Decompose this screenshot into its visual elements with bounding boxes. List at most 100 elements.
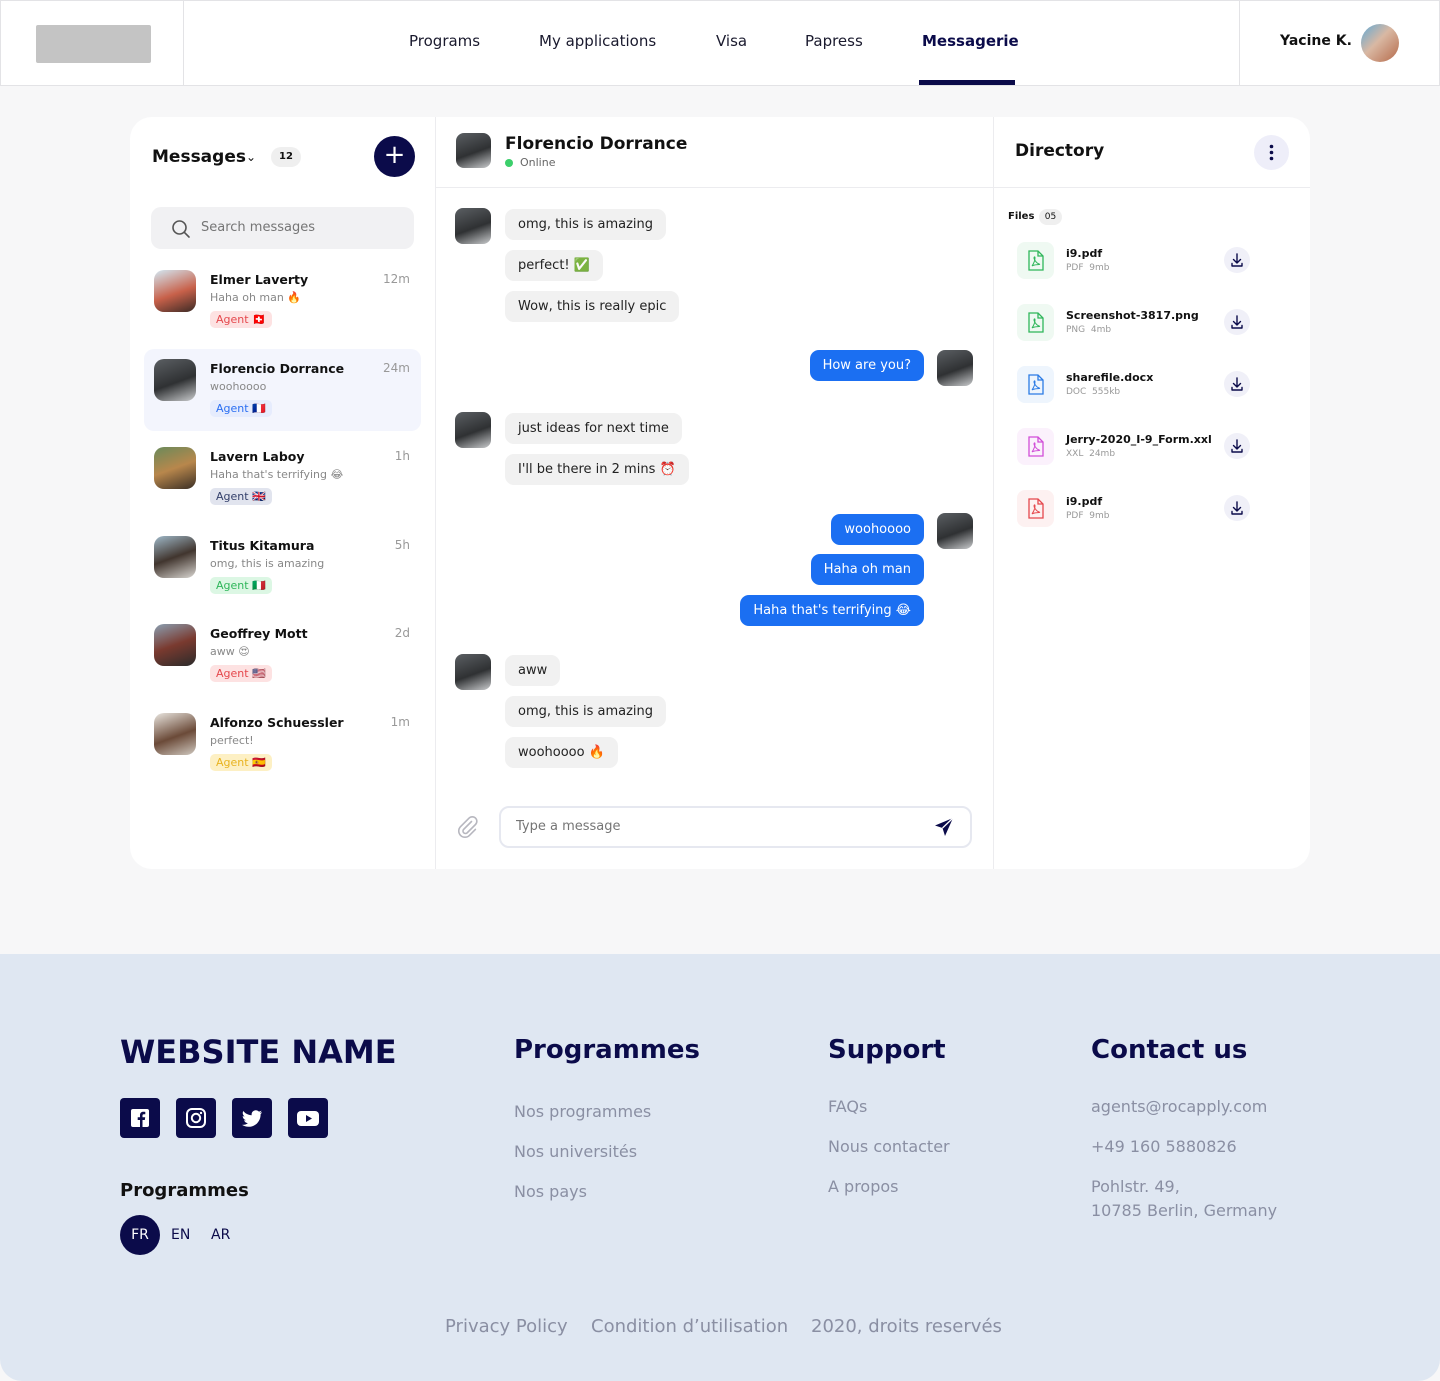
- conversation-avatar: [154, 624, 196, 666]
- contact-phone[interactable]: +49 160 5880826: [1091, 1137, 1237, 1156]
- facebook-button[interactable]: [120, 1098, 160, 1138]
- twitter-button[interactable]: [232, 1098, 272, 1138]
- outgoing-message: Haha that's terrifying 😂: [740, 595, 924, 626]
- messages-title[interactable]: Messages: [152, 147, 246, 167]
- conversation-name: Elmer Laverty: [210, 272, 309, 287]
- contact-address-line1: Pohlstr. 49,: [1091, 1177, 1180, 1196]
- message-input[interactable]: [516, 819, 896, 834]
- conversation-item[interactable]: Elmer Laverty 12m Haha oh man 🔥 Agent 🇨🇭: [144, 260, 421, 342]
- download-button[interactable]: [1224, 247, 1250, 273]
- nav-programs[interactable]: Programs: [409, 32, 480, 50]
- file-type-icon: [1017, 490, 1054, 527]
- nav-messagerie[interactable]: Messagerie: [922, 32, 1019, 50]
- logo-cell: [1, 1, 184, 86]
- conversation-preview: woohoooo: [210, 380, 267, 393]
- file-name[interactable]: i9.pdf: [1066, 247, 1102, 260]
- sender-avatar: [455, 208, 491, 244]
- footer-link-faqs[interactable]: FAQs: [828, 1097, 867, 1116]
- agent-badge: Agent 🇪🇸: [210, 754, 272, 771]
- language-en-button[interactable]: EN: [171, 1227, 190, 1243]
- agent-badge: Agent 🇨🇭: [210, 311, 272, 328]
- sender-avatar: [455, 654, 491, 690]
- footer-contact-title: Contact us: [1091, 1035, 1248, 1065]
- footer-link-nos-universites[interactable]: Nos universités: [514, 1142, 637, 1161]
- footer-support-title: Support: [828, 1035, 946, 1065]
- chevron-down-icon[interactable]: ⌄: [246, 150, 256, 164]
- incoming-message: woohoooo 🔥: [505, 737, 618, 768]
- download-button[interactable]: [1224, 371, 1250, 397]
- conversation-name: Lavern Laboy: [210, 449, 305, 464]
- paperclip-icon[interactable]: [455, 815, 479, 839]
- incoming-message: I'll be there in 2 mins ⏰: [505, 454, 689, 485]
- facebook-icon: [131, 1109, 149, 1127]
- outgoing-message: woohoooo: [831, 514, 924, 545]
- youtube-icon: [297, 1111, 319, 1126]
- send-icon[interactable]: [933, 816, 955, 838]
- download-button[interactable]: [1224, 495, 1250, 521]
- unread-count-badge: 12: [271, 147, 301, 167]
- logo-placeholder[interactable]: [36, 25, 151, 63]
- file-type: PNG: [1066, 325, 1086, 335]
- conversation-name: Alfonzo Schuessler: [210, 715, 344, 730]
- file-name[interactable]: Jerry-2020_I-9_Form.xxl: [1066, 433, 1212, 446]
- instagram-button[interactable]: [176, 1098, 216, 1138]
- privacy-policy-link[interactable]: Privacy Policy: [445, 1316, 568, 1337]
- chat-status: Online: [520, 156, 556, 169]
- file-meta: PDF 9mb: [1066, 511, 1110, 521]
- incoming-message: just ideas for next time: [505, 413, 682, 444]
- footer-link-nous-contacter[interactable]: Nous contacter: [828, 1137, 950, 1156]
- conversation-item[interactable]: Lavern Laboy 1h Haha that's terrifying 😂 Ag…: [144, 437, 421, 519]
- file-name[interactable]: sharefile.docx: [1066, 371, 1153, 384]
- new-message-button[interactable]: +: [374, 136, 415, 177]
- footer-link-a-propos[interactable]: A propos: [828, 1177, 898, 1196]
- nav-visa[interactable]: Visa: [716, 32, 747, 50]
- conversation-item[interactable]: Titus Kitamura 5h omg, this is amazing Agen…: [144, 526, 421, 608]
- file-name[interactable]: i9.pdf: [1066, 495, 1102, 508]
- site-name[interactable]: WEBSITE NAME: [120, 1033, 397, 1071]
- divider: [994, 187, 1310, 188]
- footer-link-nos-programmes[interactable]: Nos programmes: [514, 1102, 651, 1121]
- instagram-icon: [186, 1108, 206, 1128]
- file-size: 9mb: [1089, 511, 1110, 521]
- search-input[interactable]: [201, 220, 401, 235]
- own-avatar: [937, 513, 973, 549]
- conversation-time: 2d: [394, 626, 410, 640]
- youtube-button[interactable]: [288, 1098, 328, 1138]
- terms-link[interactable]: Condition d’utilisation: [591, 1316, 788, 1337]
- user-name[interactable]: Yacine K.: [1280, 33, 1352, 49]
- nav-papress[interactable]: Papress: [805, 32, 863, 50]
- download-icon: [1231, 439, 1243, 453]
- conversation-preview: perfect!: [210, 734, 254, 747]
- user-avatar[interactable]: [1361, 24, 1399, 62]
- conversation-item[interactable]: Geoffrey Mott 2d aww 😍 Agent 🇺🇸: [144, 614, 421, 696]
- agent-badge: Agent 🇮🇹: [210, 577, 272, 594]
- file-meta: PDF 9mb: [1066, 263, 1110, 273]
- language-ar-button[interactable]: AR: [211, 1227, 230, 1243]
- footer-programmes-title: Programmes: [514, 1035, 701, 1065]
- search-icon: [172, 220, 190, 238]
- kebab-menu-icon: [1269, 144, 1274, 161]
- contact-avatar: [456, 133, 491, 168]
- conversation-item[interactable]: Florencio Dorrance 24m woohoooo Agent 🇫🇷: [144, 349, 421, 431]
- divider: [993, 117, 994, 869]
- outgoing-message: How are you?: [809, 350, 924, 381]
- download-button[interactable]: [1224, 309, 1250, 335]
- contact-email[interactable]: agents@rocapply.com: [1091, 1097, 1267, 1116]
- download-button[interactable]: [1224, 433, 1250, 459]
- language-section-title: Programmes: [120, 1180, 249, 1201]
- nav-my-applications[interactable]: My applications: [539, 32, 656, 50]
- download-icon: [1231, 315, 1243, 329]
- file-name[interactable]: Screenshot-3817.png: [1066, 309, 1199, 322]
- language-fr-button[interactable]: FR: [120, 1215, 160, 1255]
- footer-link-nos-pays[interactable]: Nos pays: [514, 1182, 587, 1201]
- download-icon: [1231, 253, 1243, 267]
- conversation-preview: Haha oh man 🔥: [210, 291, 302, 304]
- online-indicator: [505, 159, 513, 167]
- more-options-button[interactable]: [1254, 135, 1289, 170]
- file-size: 24mb: [1089, 449, 1116, 459]
- conversation-time: 1h: [394, 449, 410, 463]
- conversation-item[interactable]: Alfonzo Schuessler 1m perfect! Agent 🇪🇸: [144, 703, 421, 785]
- agent-badge: Agent 🇺🇸: [210, 665, 272, 682]
- twitter-icon: [242, 1110, 262, 1127]
- conversation-time: 1m: [390, 715, 410, 729]
